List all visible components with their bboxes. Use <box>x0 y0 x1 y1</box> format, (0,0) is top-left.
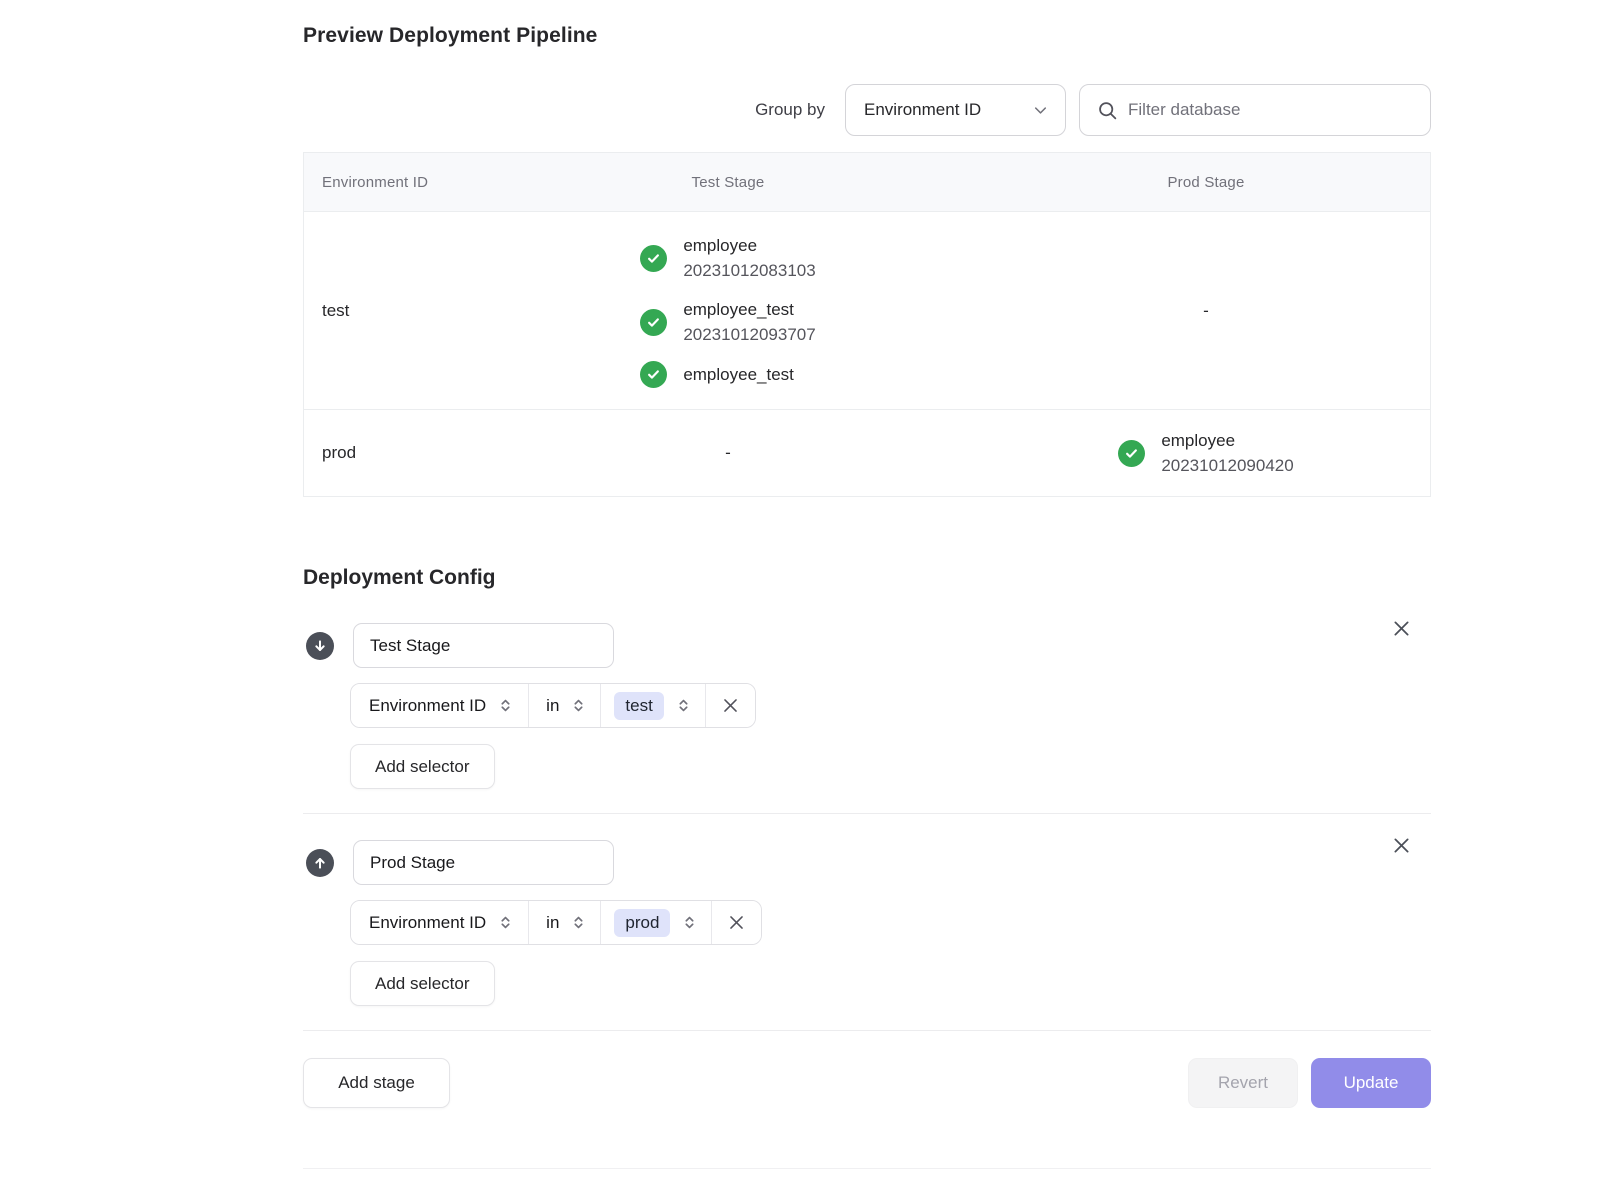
stage-name-input[interactable] <box>353 840 614 885</box>
deployment-item: employee_test <box>640 361 794 388</box>
chevrons-up-down-icon <box>570 914 587 931</box>
column-header-test-stage: Test Stage <box>474 174 982 191</box>
table-row-prod: prod - employee 20231012090420 <box>304 410 1430 496</box>
selector-value-pill: test <box>614 692 663 720</box>
selector-value-select[interactable]: prod <box>601 901 712 944</box>
preview-deployment-pipeline-page: Preview Deployment Pipeline Group by Env… <box>303 0 1431 1169</box>
remove-selector-button[interactable] <box>706 684 755 727</box>
environment-id-cell: test <box>304 301 474 321</box>
stage-config-prod: Environment ID in prod <box>303 840 1431 1006</box>
close-icon <box>1391 618 1412 639</box>
selector-rule: Environment ID in prod <box>350 900 762 945</box>
arrow-up-circle-icon <box>306 849 334 877</box>
database-name: employee <box>1161 428 1293 453</box>
selector-value-select[interactable]: test <box>601 684 705 727</box>
selector-operator-select[interactable]: in <box>529 901 601 944</box>
selector-operator-select[interactable]: in <box>529 684 601 727</box>
selector-field-select[interactable]: Environment ID <box>351 684 529 727</box>
close-icon <box>1391 835 1412 856</box>
close-icon <box>727 913 746 932</box>
test-stage-cell: employee 20231012083103 employee_test 20… <box>474 233 982 388</box>
config-footer: Add stage Revert Update <box>303 1058 1431 1108</box>
selector-field-select[interactable]: Environment ID <box>351 901 529 944</box>
chevrons-up-down-icon <box>570 697 587 714</box>
prod-stage-cell: employee 20231012090420 <box>982 428 1430 478</box>
database-name: employee_test <box>683 297 815 322</box>
close-icon <box>721 696 740 715</box>
database-name: employee_test <box>683 362 794 387</box>
deployment-item: employee 20231012083103 <box>640 233 815 283</box>
stage-config-test: Environment ID in test <box>303 623 1431 789</box>
selector-value-pill: prod <box>614 909 670 937</box>
deployment-config-title: Deployment Config <box>303 564 1431 592</box>
search-icon <box>1097 100 1118 121</box>
check-circle-icon <box>640 361 667 388</box>
column-header-prod-stage: Prod Stage <box>982 174 1430 191</box>
table-row-test: test employee 20231012083103 <box>304 212 1430 410</box>
chevrons-up-down-icon <box>497 697 514 714</box>
schema-version: 20231012083103 <box>683 258 815 283</box>
check-circle-icon <box>1118 440 1145 467</box>
add-selector-button[interactable]: Add selector <box>350 961 495 1006</box>
check-circle-icon <box>640 309 667 336</box>
group-by-dropdown[interactable]: Environment ID <box>845 84 1066 136</box>
chevrons-up-down-icon <box>681 914 698 931</box>
add-selector-button[interactable]: Add selector <box>350 744 495 789</box>
add-stage-button[interactable]: Add stage <box>303 1058 450 1108</box>
schema-version: 20231012090420 <box>1161 453 1293 478</box>
remove-selector-button[interactable] <box>712 901 761 944</box>
group-by-value: Environment ID <box>864 100 981 120</box>
stage-name-input[interactable] <box>353 623 614 668</box>
page-title: Preview Deployment Pipeline <box>303 22 1431 50</box>
bottom-divider <box>303 1168 1431 1169</box>
revert-button[interactable]: Revert <box>1188 1058 1298 1108</box>
schema-version: 20231012093707 <box>683 322 815 347</box>
prod-stage-cell-empty: - <box>982 301 1430 321</box>
remove-stage-button[interactable] <box>1390 617 1412 639</box>
check-circle-icon <box>640 245 667 272</box>
chevrons-up-down-icon <box>675 697 692 714</box>
footer-divider <box>303 1030 1431 1031</box>
chevrons-up-down-icon <box>497 914 514 931</box>
test-stage-cell-empty: - <box>474 443 982 463</box>
pipeline-table: Environment ID Test Stage Prod Stage tes… <box>303 152 1431 497</box>
stage-divider <box>303 813 1431 814</box>
deployment-item: employee_test 20231012093707 <box>640 297 815 347</box>
deployment-item: employee 20231012090420 <box>1118 428 1293 478</box>
database-name: employee <box>683 233 815 258</box>
pipeline-toolbar: Group by Environment ID <box>303 84 1431 136</box>
group-by-label: Group by <box>755 100 825 120</box>
filter-database-input[interactable] <box>1128 100 1418 120</box>
filter-database-field[interactable] <box>1079 84 1431 136</box>
selector-rule: Environment ID in test <box>350 683 756 728</box>
arrow-down-circle-icon <box>306 632 334 660</box>
environment-id-cell: prod <box>304 443 474 463</box>
column-header-environment-id: Environment ID <box>304 174 474 191</box>
pipeline-table-header: Environment ID Test Stage Prod Stage <box>304 153 1430 212</box>
chevron-down-icon <box>1031 101 1050 120</box>
remove-stage-button[interactable] <box>1390 834 1412 856</box>
update-button[interactable]: Update <box>1311 1058 1431 1108</box>
